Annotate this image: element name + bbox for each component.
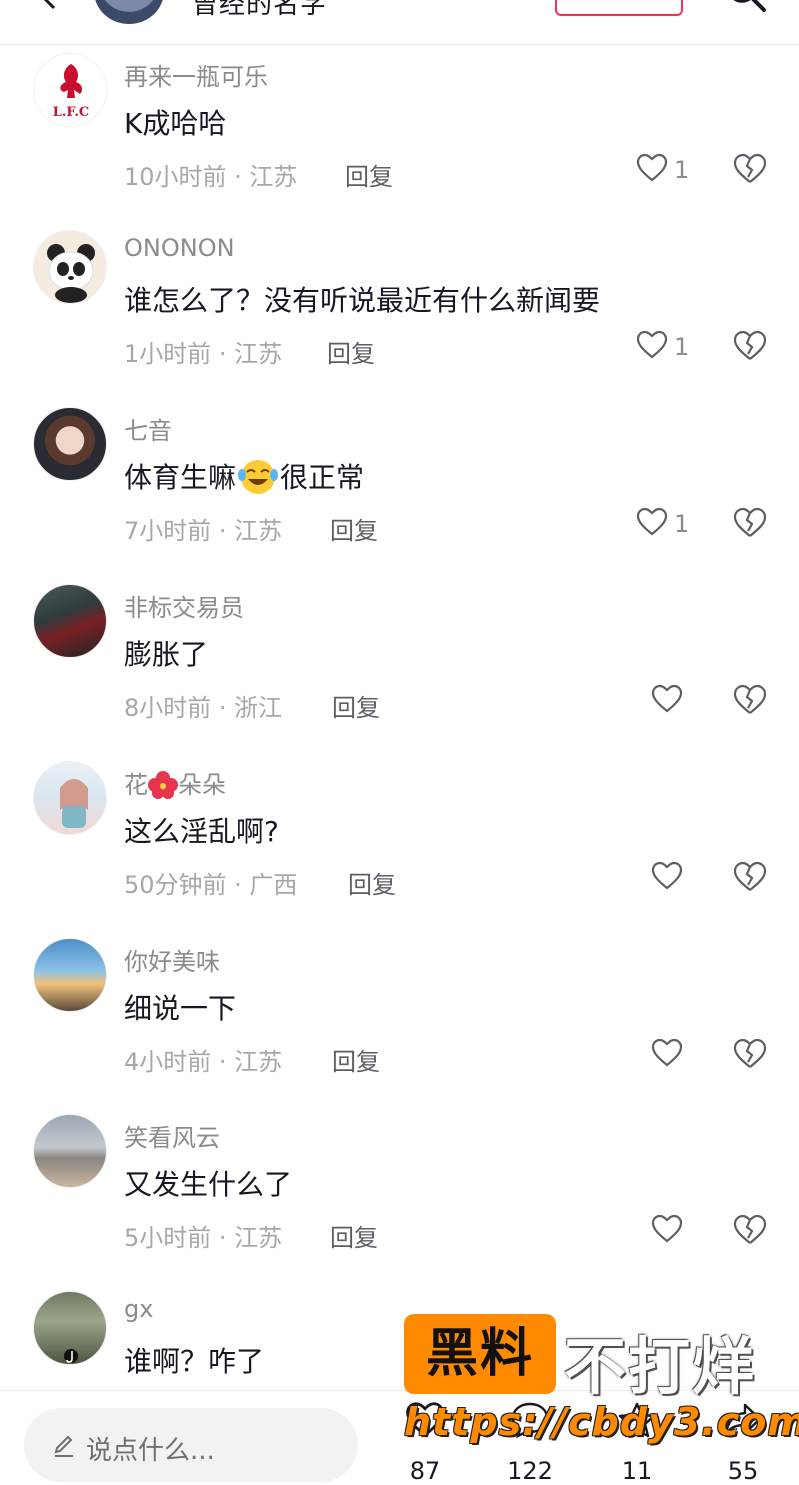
avatar[interactable] (33, 761, 107, 835)
comment-text: K成哈哈 (124, 107, 227, 140)
username-part: 朵朵 (178, 771, 226, 799)
broken-heart-icon[interactable] (733, 684, 767, 716)
heart-outline-icon (636, 153, 668, 182)
comment-text: 又发生什么了 (124, 1168, 293, 1201)
heart-outline-icon (651, 1038, 683, 1067)
comment-item: 非标交易员 膨胀了 8小时前 · 浙江 回复 (0, 576, 799, 752)
search-icon[interactable] (724, 0, 768, 22)
comment-text: 谁啊？咋了 (124, 1345, 265, 1378)
top-bar: 曾经的名字 (0, 0, 799, 45)
comment-username[interactable]: gx (124, 1295, 153, 1323)
username-part: 花 (124, 771, 148, 799)
like-count: 1 (674, 333, 690, 361)
heart-outline-icon (651, 1214, 683, 1243)
like-count: 1 (674, 510, 690, 538)
hibiscus-emoji-icon (148, 771, 178, 799)
heart-outline-icon (636, 330, 668, 359)
reply-button[interactable]: 回复 (345, 157, 393, 192)
comment-text-part: 体育生嘛 (124, 461, 237, 494)
back-arrow-icon[interactable] (38, 0, 62, 10)
comment-text: 这么淫乱啊? (124, 815, 279, 848)
comment-input[interactable]: 说点什么... (24, 1408, 358, 1482)
pen-icon (54, 1435, 73, 1457)
reply-button[interactable]: 回复 (348, 865, 396, 900)
reply-button[interactable]: 回复 (332, 688, 380, 723)
broken-heart-icon[interactable] (733, 330, 767, 362)
broken-heart-icon[interactable] (733, 507, 767, 539)
laughing-tears-emoji-icon (238, 460, 279, 494)
heart-outline-icon (651, 861, 683, 890)
broken-heart-icon[interactable] (733, 153, 767, 185)
comment-text-part: 很正常 (280, 461, 365, 494)
comment-input-placeholder: 说点什么... (86, 1436, 215, 1466)
broken-heart-icon[interactable] (733, 861, 767, 893)
avatar[interactable] (33, 1114, 107, 1188)
comment-username[interactable]: 再来一瓶可乐 (124, 57, 268, 92)
broken-heart-icon[interactable] (733, 1214, 767, 1246)
avatar[interactable] (33, 407, 107, 481)
comment-time-location: 7小时前 · 江苏 (124, 517, 283, 545)
avatar[interactable] (33, 1291, 107, 1365)
reply-button[interactable]: 回复 (330, 511, 378, 546)
comment-username[interactable]: 你好美味 (124, 942, 220, 977)
panda-avatar-icon (47, 244, 95, 303)
comment-item: ONONON 谁怎么了？没有听说最近有什么新闻要 1小时前 · 江苏 回复 1 (0, 222, 799, 398)
follow-button[interactable] (555, 0, 683, 16)
watermark-url: https://cbdy3.com (404, 1400, 799, 1444)
comment-item: L.F.C 再来一瓶可乐 K成哈哈 10小时前 · 江苏 回复 1 (0, 45, 799, 221)
comment-username[interactable]: ONONON (124, 234, 235, 262)
watermark: 黑料 不打烊 https://cbdy3.com (404, 1314, 799, 1464)
comment-time-location: 4小时前 · 江苏 (124, 1048, 283, 1076)
watermark-title: 不打烊 (564, 1330, 757, 1403)
comment-time-location: 50分钟前 · 广西 (124, 871, 298, 899)
reply-button[interactable]: 回复 (332, 1042, 380, 1077)
reply-button[interactable]: 回复 (327, 334, 375, 369)
comment-username[interactable]: 笑看风云 (124, 1118, 220, 1153)
comment-item: 七音 体育生嘛 很正常 7小时前 · 江苏 回复 1 (0, 399, 799, 575)
comment-text: 膨胀了 (124, 638, 209, 671)
comment-text: 体育生嘛 很正常 (124, 456, 364, 497)
heart-outline-icon (651, 684, 683, 713)
reply-button[interactable]: 回复 (330, 1218, 378, 1253)
broken-heart-icon[interactable] (733, 1038, 767, 1070)
tiktok-badge-icon (64, 1349, 78, 1363)
comment-username[interactable]: 七音 (124, 411, 172, 446)
comment-text: 细说一下 (124, 992, 237, 1025)
avatar[interactable] (33, 584, 107, 658)
watermark-badge: 黑料 (404, 1314, 556, 1394)
liverpool-logo-icon: L.F.C (53, 64, 89, 120)
comment-item: 笑看风云 又发生什么了 5小时前 · 江苏 回复 (0, 1106, 799, 1282)
avatar[interactable]: L.F.C (33, 53, 107, 127)
anime-avatar-icon (60, 779, 88, 828)
comment-time-location: 10小时前 · 江苏 (124, 163, 298, 191)
svg-text:L.F.C: L.F.C (53, 105, 89, 120)
comment-time-location: 5小时前 · 江苏 (124, 1224, 283, 1252)
avatar[interactable] (33, 938, 107, 1012)
comment-item: 花 朵朵 这么淫乱啊? 50分钟前 · 广西 回复 (0, 753, 799, 929)
author-name: 曾经的名字 (192, 0, 328, 20)
avatar[interactable] (33, 230, 107, 304)
comment-username[interactable]: 花 朵朵 (124, 765, 226, 800)
comment-text: 谁怎么了？没有听说最近有什么新闻要 (124, 284, 601, 317)
like-count: 1 (674, 156, 690, 184)
heart-outline-icon (636, 507, 668, 536)
comment-time-location: 8小时前 · 浙江 (124, 694, 283, 722)
comment-item: 你好美味 细说一下 4小时前 · 江苏 回复 (0, 930, 799, 1106)
comment-time-location: 1小时前 · 江苏 (124, 340, 283, 368)
author-avatar[interactable] (94, 0, 164, 24)
comment-username[interactable]: 非标交易员 (124, 588, 244, 623)
